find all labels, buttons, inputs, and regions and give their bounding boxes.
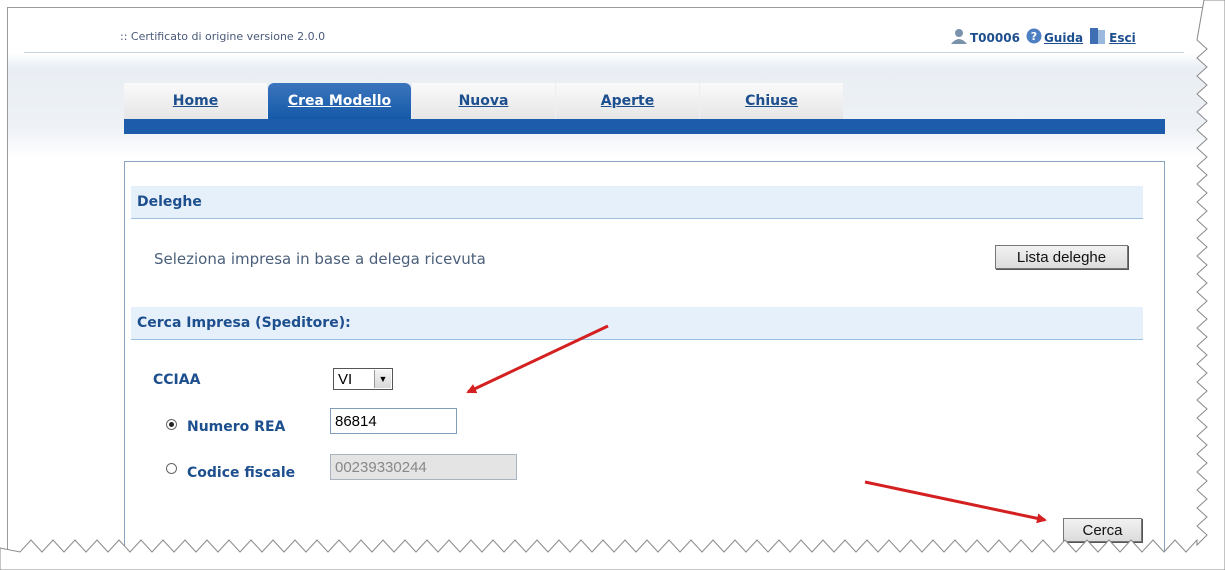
exit-icon[interactable]	[1089, 27, 1107, 48]
user-icon	[950, 28, 968, 47]
codice-fiscale-radio[interactable]	[166, 463, 177, 474]
tab-bar-underline	[124, 119, 1165, 134]
tab-home[interactable]: Home	[124, 83, 267, 119]
header-divider	[24, 52, 1184, 53]
rea-label: Numero REA	[187, 419, 286, 435]
lista-deleghe-button[interactable]: Lista deleghe	[995, 245, 1128, 269]
codice-fiscale-input[interactable]	[330, 454, 517, 480]
cerca-button[interactable]: Cerca	[1063, 518, 1142, 542]
main-nav-tabs: Home Crea Modello Nuova Aperte Chiuse	[124, 83, 844, 119]
tab-chiuse[interactable]: Chiuse	[700, 83, 843, 119]
app-window: :: Certificato di origine versione 2.0.0…	[7, 7, 1213, 568]
deleghe-description: Seleziona impresa in base a delega ricev…	[154, 250, 486, 268]
rea-input[interactable]	[330, 408, 457, 434]
user-id: T00006	[970, 30, 1020, 45]
user-area: T00006 ? Guida Esci	[950, 27, 1136, 48]
codice-fiscale-label: Codice fiscale	[187, 465, 296, 481]
tab-nuova[interactable]: Nuova	[412, 83, 555, 119]
cciaa-select[interactable]: VI ▼	[333, 368, 393, 390]
svg-text:?: ?	[1031, 30, 1037, 43]
main-panel: Deleghe Seleziona impresa in base a dele…	[124, 161, 1165, 568]
deleghe-section-header: Deleghe	[131, 186, 1143, 219]
exit-link[interactable]: Esci	[1109, 31, 1136, 45]
guide-link[interactable]: Guida	[1044, 31, 1083, 45]
cerca-impresa-section-header: Cerca Impresa (Speditore):	[131, 307, 1143, 340]
cciaa-selected-value: VI	[338, 370, 353, 388]
rea-radio[interactable]	[166, 419, 177, 430]
cciaa-label: CCIAA	[153, 372, 201, 388]
help-icon[interactable]: ?	[1026, 28, 1042, 47]
app-title: :: Certificato di origine versione 2.0.0	[120, 30, 326, 43]
tab-crea-modello[interactable]: Crea Modello	[268, 83, 411, 119]
chevron-down-icon[interactable]: ▼	[374, 370, 391, 388]
tab-aperte[interactable]: Aperte	[556, 83, 699, 119]
